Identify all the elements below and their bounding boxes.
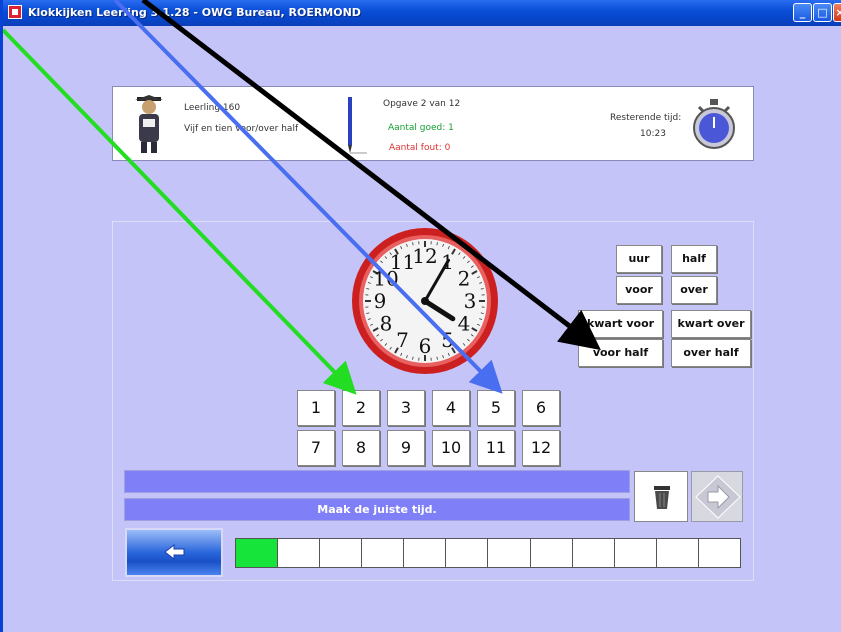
title-bar[interactable]: Klokkijken Leerling 3.1.28 - OWG Bureau,… — [3, 0, 841, 26]
remaining-time-label: Resterende tijd: — [610, 113, 682, 123]
app-icon — [8, 5, 22, 19]
remaining-time-value: 10:23 — [640, 129, 666, 139]
number-button-2[interactable]: 2 — [342, 390, 380, 426]
number-button-7[interactable]: 7 — [297, 430, 335, 466]
progress-cell — [278, 539, 321, 567]
number-button-6[interactable]: 6 — [522, 390, 560, 426]
progress-cell — [698, 539, 740, 567]
maximize-button[interactable]: □ — [813, 3, 832, 22]
app-window: Klokkijken Leerling 3.1.28 - OWG Bureau,… — [0, 0, 841, 632]
progress-cell — [404, 539, 447, 567]
number-button-11[interactable]: 11 — [477, 430, 515, 466]
assignment-counter: Opgave 2 van 12 — [383, 99, 461, 109]
number-button-9[interactable]: 9 — [387, 430, 425, 466]
clock-numeral-9: 9 — [374, 289, 387, 313]
word-button-over[interactable]: over — [671, 276, 717, 304]
progress-bar — [235, 538, 741, 568]
clock-numeral-7: 7 — [396, 328, 409, 352]
student-name: Leerling 160 — [184, 103, 241, 113]
number-button-5[interactable]: 5 — [477, 390, 515, 426]
number-button-4[interactable]: 4 — [432, 390, 470, 426]
window-title: Klokkijken Leerling 3.1.28 - OWG Bureau,… — [28, 6, 361, 19]
number-button-8[interactable]: 8 — [342, 430, 380, 466]
progress-cell — [656, 539, 699, 567]
pencil-icon — [348, 97, 367, 154]
word-button-uur[interactable]: uur — [616, 245, 662, 273]
stopwatch-icon — [693, 99, 735, 149]
progress-cell — [446, 539, 489, 567]
clock-numeral-6: 6 — [419, 334, 432, 358]
progress-cell — [362, 539, 405, 567]
close-button[interactable]: × — [833, 3, 841, 22]
word-button-over-half[interactable]: over half — [671, 339, 751, 367]
word-button-kwart-over[interactable]: kwart over — [671, 310, 751, 338]
clock-numeral-4: 4 — [458, 312, 471, 336]
instruction-bar: Maak de juiste tijd. — [124, 498, 630, 521]
answer-bar — [124, 470, 630, 493]
arrow-left-icon — [164, 543, 185, 561]
correct-count: Aantal goed: 1 — [388, 123, 454, 133]
clock-numeral-11: 11 — [390, 250, 415, 274]
wrong-count: Aantal fout: 0 — [389, 143, 451, 153]
number-button-3[interactable]: 3 — [387, 390, 425, 426]
minimize-button[interactable]: _ — [793, 3, 812, 22]
clock-numeral-3: 3 — [464, 289, 477, 313]
clock-numeral-12: 12 — [412, 244, 437, 268]
progress-cell — [572, 539, 615, 567]
info-panel: Leerling 160 Vijf en tien voor/over half… — [112, 86, 754, 161]
back-button[interactable] — [125, 528, 223, 577]
trash-icon — [654, 486, 670, 509]
arrow-right-icon — [695, 475, 741, 519]
progress-cell — [614, 539, 657, 567]
word-button-voor[interactable]: voor — [616, 276, 662, 304]
word-button-voor-half[interactable]: voor half — [578, 339, 663, 367]
progress-cell — [488, 539, 531, 567]
progress-cell — [236, 539, 279, 567]
word-button-kwart-voor[interactable]: kwart voor — [578, 310, 663, 338]
analog-clock: 121234567891011 — [352, 228, 498, 374]
progress-cell — [320, 539, 363, 567]
number-button-1[interactable]: 1 — [297, 390, 335, 426]
next-button[interactable] — [691, 471, 743, 522]
clock-numeral-5: 5 — [441, 328, 454, 352]
number-button-12[interactable]: 12 — [522, 430, 560, 466]
trash-button[interactable] — [634, 471, 688, 522]
graduate-icon — [135, 95, 163, 153]
progress-cell — [530, 539, 573, 567]
clock-numeral-8: 8 — [380, 312, 393, 336]
number-button-10[interactable]: 10 — [432, 430, 470, 466]
lesson-topic: Vijf en tien voor/over half — [184, 124, 299, 134]
clock-numeral-2: 2 — [458, 267, 471, 291]
word-button-half[interactable]: half — [671, 245, 717, 273]
